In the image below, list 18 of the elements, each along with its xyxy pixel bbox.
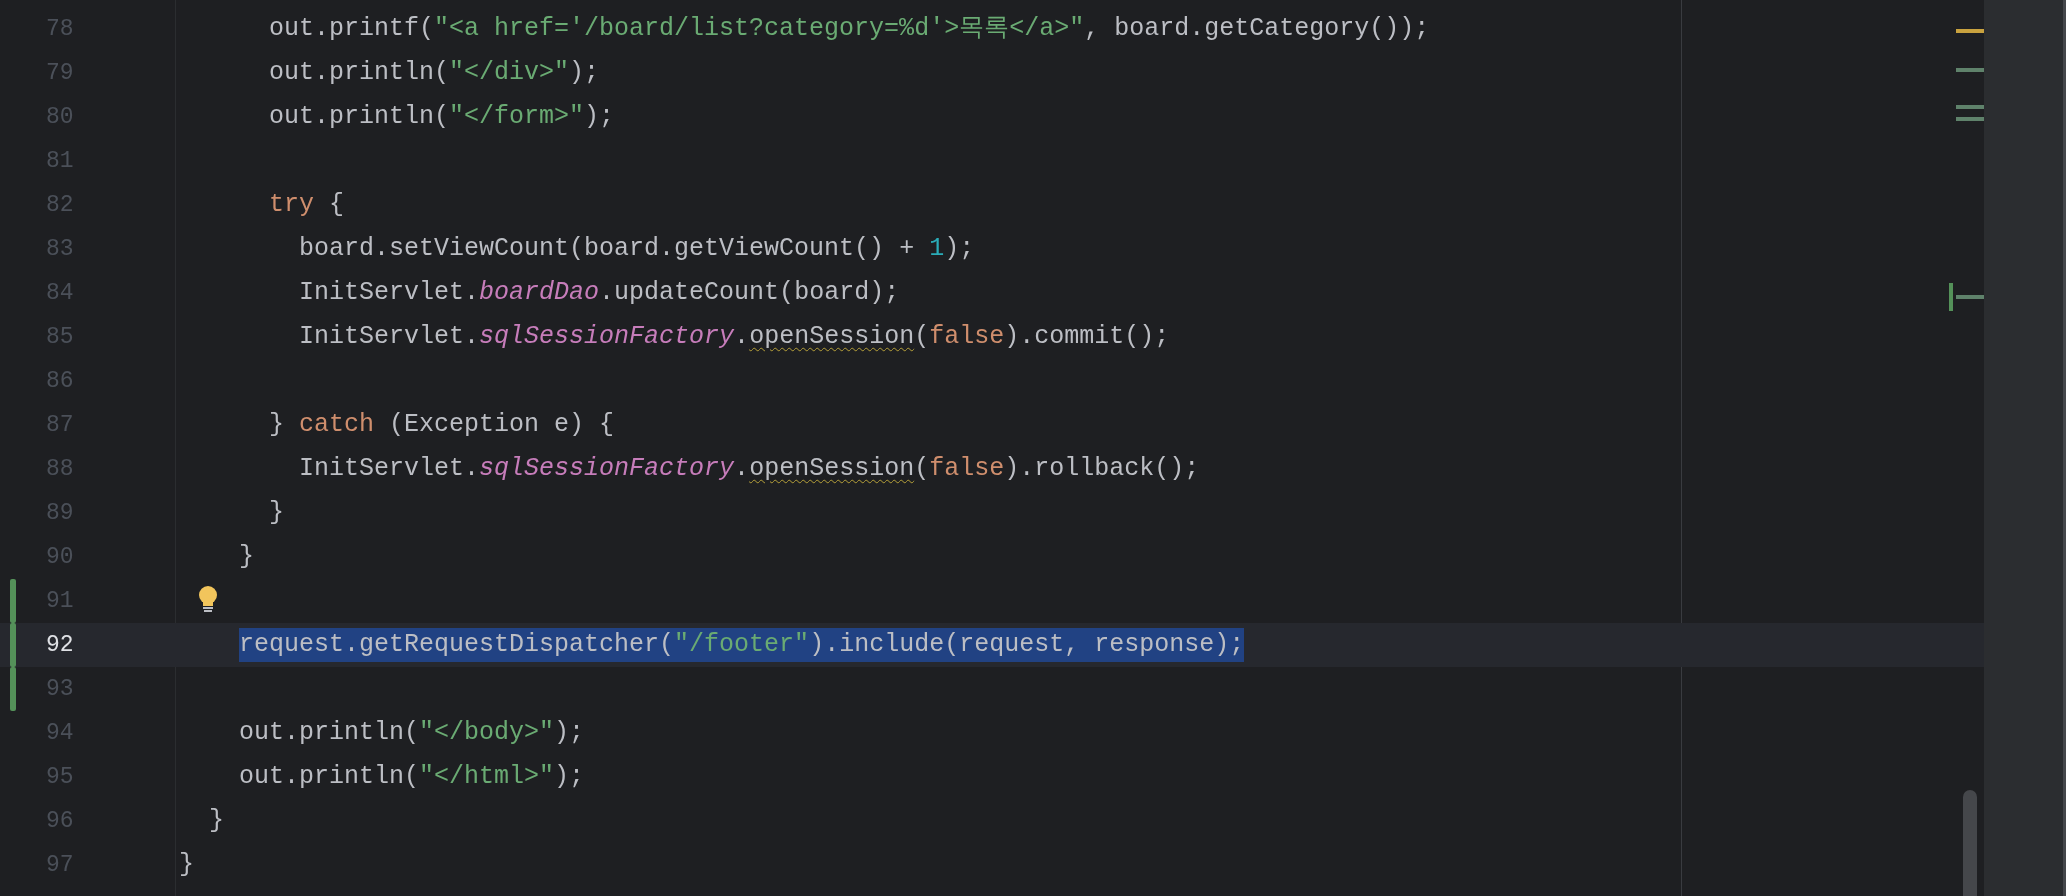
code-line: InitServlet.boardDao.updateCount(board); xyxy=(299,277,900,309)
code-line: } xyxy=(179,849,194,881)
code-line: } catch (Exception e) { xyxy=(269,409,615,441)
lightbulb-icon[interactable] xyxy=(197,585,219,615)
code-line: } xyxy=(209,805,225,837)
code-line: out.println("</div>"); xyxy=(269,57,600,89)
code-line: } xyxy=(269,497,285,529)
code-line: out.println("</form>"); xyxy=(269,101,615,133)
line-number: 92 xyxy=(46,630,74,660)
code-line: InitServlet.sqlSessionFactory.openSession(false).commit(); xyxy=(299,321,1170,353)
code-line: board.setViewCount(board.getViewCount() + 1); xyxy=(299,233,975,265)
code-line: } xyxy=(239,541,255,573)
code-line: InitServlet.sqlSessionFactory.openSession(false).rollback(); xyxy=(299,453,1200,485)
code-line: try { xyxy=(269,189,345,221)
code-line: out.println("</html>"); xyxy=(239,761,585,793)
scrollbar-thumb[interactable] xyxy=(1963,790,1977,896)
code-line: out.printf("<a href='/board/list?category=%d'>목록</a>", board.getCategory()); xyxy=(269,13,1430,45)
code-line: out.println("</body>"); xyxy=(239,717,585,749)
